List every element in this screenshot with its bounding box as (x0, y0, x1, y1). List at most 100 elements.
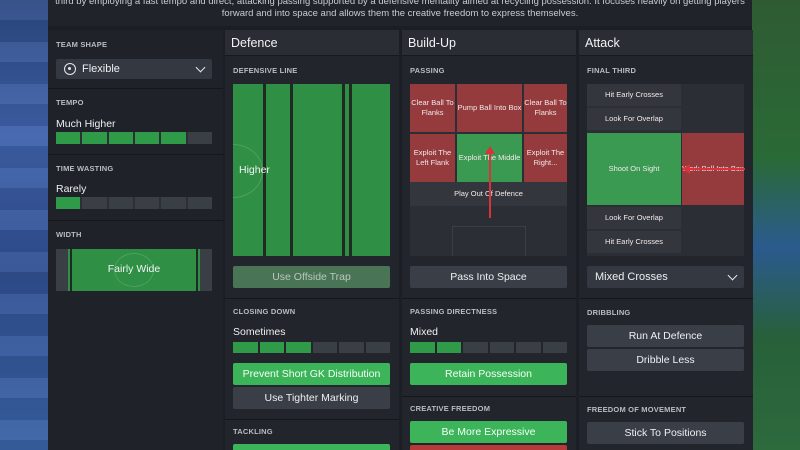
time-wasting-bar[interactable] (56, 197, 212, 209)
divider (48, 88, 223, 89)
level-segment[interactable] (436, 342, 461, 353)
clear-ball-left-cell[interactable]: Clear Ball To Flanks (410, 84, 455, 132)
hit-early-crosses-top-cell[interactable]: Hit Early Crosses (587, 84, 681, 106)
crosses-value: Mixed Crosses (595, 271, 668, 283)
creative-freedom-label: CREATIVE FREEDOM (410, 404, 491, 413)
defence-title: Defence (225, 30, 399, 56)
level-segment[interactable] (463, 342, 488, 353)
buildup-column: Build-Up PASSING Clear Ball To Flanks Pu… (402, 30, 576, 450)
level-segment[interactable] (108, 197, 133, 209)
pass-into-space-button[interactable]: Pass Into Space (410, 266, 567, 288)
use-offside-trap-button[interactable]: Use Offside Trap (233, 266, 390, 288)
background-left (0, 0, 48, 450)
width-pitch[interactable]: Fairly Wide (56, 249, 212, 291)
tempo-value: Much Higher (56, 118, 116, 130)
level-segment[interactable] (365, 342, 390, 353)
level-segment[interactable] (187, 197, 212, 209)
passing-label: PASSING (410, 66, 445, 75)
level-segment[interactable] (489, 342, 514, 353)
divider (402, 396, 576, 397)
level-segment[interactable] (187, 132, 212, 144)
look-for-overlap-bottom-cell[interactable]: Look For Overlap (587, 207, 681, 229)
passing-directness-label: PASSING DIRECTNESS (410, 307, 498, 316)
level-segment[interactable] (82, 197, 107, 209)
exploit-right-cell[interactable]: Exploit The Right... (524, 134, 567, 182)
be-more-expressive-button[interactable]: Be More Expressive (410, 421, 567, 443)
tactic-description: third by employing a fast tempo and dire… (55, 0, 745, 19)
level-segment[interactable] (108, 132, 133, 144)
defensive-line-value: Higher (239, 164, 270, 176)
dribble-less-button[interactable]: Dribble Less (587, 349, 744, 371)
exploit-left-flank-cell[interactable]: Exploit The Left Flank (410, 134, 455, 182)
level-segment[interactable] (516, 342, 541, 353)
tempo-label: TEMPO (56, 98, 84, 107)
divider (579, 298, 753, 299)
level-segment[interactable] (542, 342, 567, 353)
divider (225, 419, 399, 420)
team-shape-label: TEAM SHAPE (56, 40, 108, 49)
look-for-overlap-top-cell[interactable]: Look For Overlap (587, 108, 681, 130)
level-segment[interactable] (134, 197, 160, 209)
level-segment[interactable] (339, 342, 364, 353)
level-segment[interactable] (161, 197, 186, 209)
team-instructions-sidebar: TEAM SHAPE Flexible TEMPO Much Higher TI… (48, 30, 223, 450)
target-icon (64, 63, 76, 75)
passing-directness-bar[interactable] (410, 342, 567, 353)
shoot-on-sight-cell[interactable]: Shoot On Sight (587, 133, 681, 205)
tackling-label: TACKLING (233, 427, 273, 436)
passing-directness-value: Mixed (410, 326, 439, 338)
divider (48, 220, 223, 221)
defence-column: Defence DEFENSIVE LINE Higher Use Offsid… (225, 30, 399, 450)
divider (48, 154, 223, 155)
closing-down-value: Sometimes (233, 326, 286, 338)
team-shape-dropdown[interactable]: Flexible (56, 59, 212, 79)
final-third-label: FINAL THIRD (587, 66, 637, 75)
crosses-dropdown[interactable]: Mixed Crosses (587, 266, 744, 288)
run-at-defence-button[interactable]: Run At Defence (587, 325, 744, 347)
attack-column: Attack FINAL THIRD Hit Early Crosses Loo… (579, 30, 753, 450)
width-label: WIDTH (56, 230, 82, 239)
background-right (752, 0, 800, 450)
hit-early-crosses-bottom-cell[interactable]: Hit Early Crosses (587, 231, 681, 253)
defensive-line-label: DEFENSIVE LINE (233, 66, 298, 75)
level-segment[interactable] (286, 342, 311, 353)
time-wasting-value: Rarely (56, 183, 87, 195)
retain-possession-button[interactable]: Retain Possession (410, 363, 567, 385)
level-segment[interactable] (161, 132, 186, 144)
tackling-option-button[interactable] (233, 444, 390, 450)
arrow-right-icon (685, 168, 745, 170)
width-value: Fairly Wide (107, 263, 161, 275)
arrow-up-icon (489, 150, 491, 218)
closing-down-label: CLOSING DOWN (233, 307, 296, 316)
divider (225, 298, 399, 299)
freedom-of-movement-label: FREEDOM OF MOVEMENT (587, 405, 687, 414)
arrow-head-icon (485, 146, 495, 154)
arrow-head-icon (682, 164, 690, 174)
defensive-line-pitch[interactable]: Higher (233, 84, 390, 256)
buildup-title: Build-Up (402, 30, 576, 56)
level-segment[interactable] (82, 132, 107, 144)
chevron-down-icon (727, 270, 738, 281)
stick-to-positions-button[interactable]: Stick To Positions (587, 422, 744, 444)
dribbling-label: DRIBBLING (587, 308, 631, 317)
level-segment[interactable] (56, 132, 81, 144)
tempo-bar[interactable] (56, 132, 212, 144)
level-segment[interactable] (233, 342, 258, 353)
level-segment[interactable] (134, 132, 160, 144)
team-shape-value: Flexible (82, 63, 120, 75)
level-segment[interactable] (259, 342, 284, 353)
level-segment[interactable] (312, 342, 337, 353)
chevron-down-icon (195, 62, 206, 73)
creative-freedom-option-button[interactable] (410, 445, 567, 450)
clear-ball-right-cell[interactable]: Clear Ball To Flanks (524, 84, 567, 132)
prevent-short-gk-distribution-button[interactable]: Prevent Short GK Distribution (233, 363, 390, 385)
divider (402, 298, 576, 299)
time-wasting-label: TIME WASTING (56, 164, 114, 173)
attack-title: Attack (579, 30, 753, 56)
closing-down-bar[interactable] (233, 342, 390, 353)
level-segment[interactable] (410, 342, 435, 353)
use-tighter-marking-button[interactable]: Use Tighter Marking (233, 387, 390, 409)
divider (579, 396, 753, 397)
level-segment[interactable] (56, 197, 81, 209)
pump-ball-cell[interactable]: Pump Ball Into Box (457, 84, 522, 132)
